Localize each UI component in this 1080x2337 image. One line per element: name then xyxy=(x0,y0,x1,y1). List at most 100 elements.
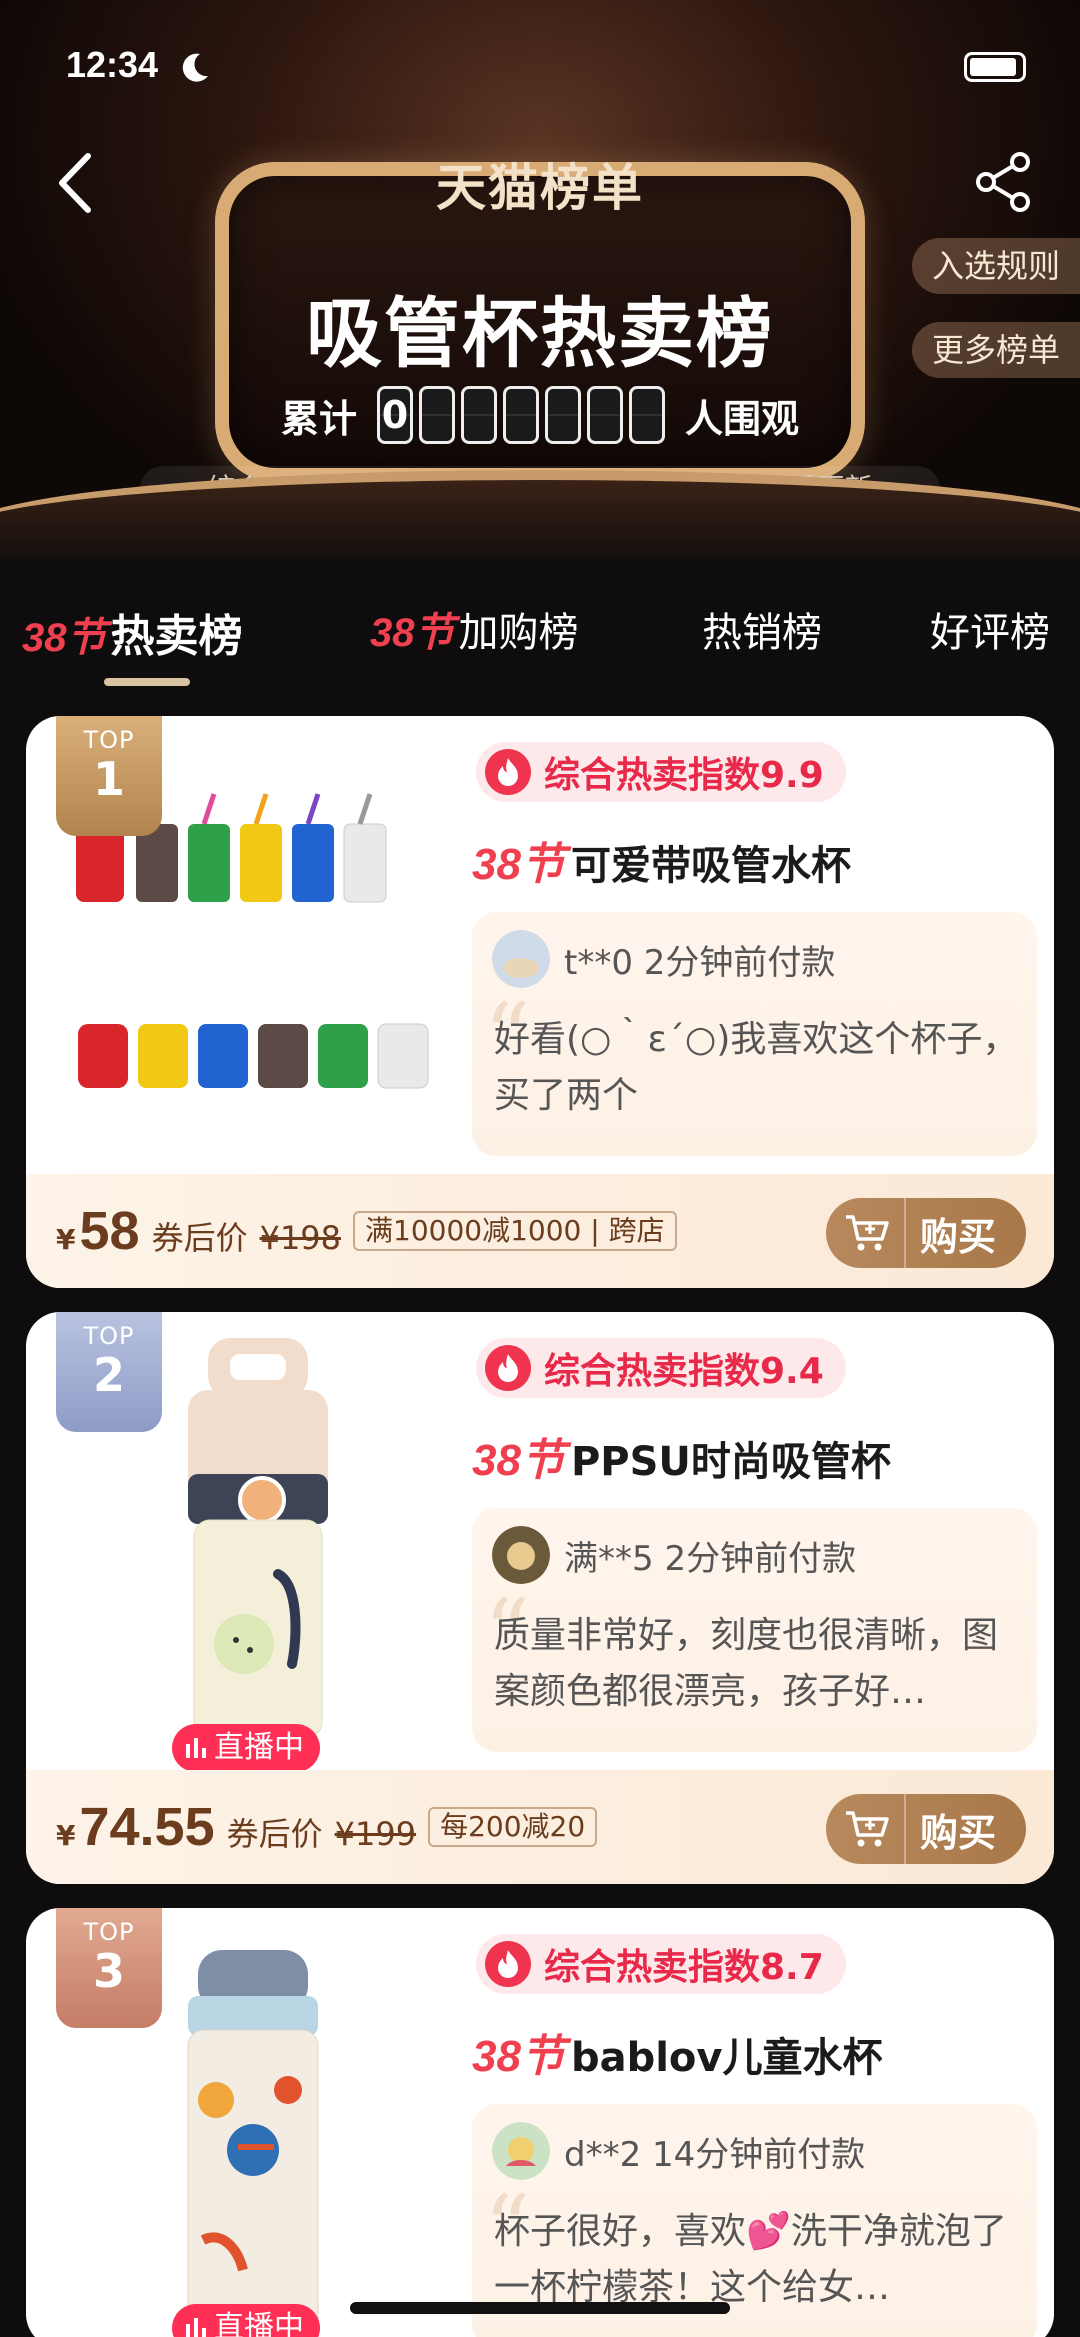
reviewer: 满**5 2分钟前付款 xyxy=(492,1526,856,1584)
brand-label: 天猫榜单 xyxy=(436,159,644,217)
viewer-counter: 累计 0 人围观 xyxy=(215,380,865,450)
review-text: 杯子很好，喜欢💕洗干净就泡了一杯柠檬茶！这个给女… xyxy=(494,2211,1007,2308)
product-card[interactable]: TOP 2 直播中 综合热卖指数9.4 38节 PPSU时尚吸管杯 满**5 2… xyxy=(26,1312,1054,1884)
product-name: bablov儿童水杯 xyxy=(570,2035,883,2081)
more-lists-button[interactable]: 更多榜单 xyxy=(912,322,1080,378)
review-text: 好看(○｀ε´○)我喜欢这个杯子，买了两个 xyxy=(494,1019,1019,1116)
product-title[interactable]: 38节 bablov儿童水杯 xyxy=(472,2020,1042,2090)
counter-digit xyxy=(503,386,539,444)
page-title: 吸管杯热卖榜 xyxy=(306,289,774,378)
rules-button[interactable]: 入选规则 xyxy=(912,238,1080,294)
buy-label: 购买 xyxy=(920,1810,997,1855)
rank-number: 2 xyxy=(92,1348,125,1402)
counter-digit xyxy=(629,386,665,444)
price-row: ¥ 58 券后价 ¥198 满10000减1000 | 跨店 xyxy=(56,1200,677,1262)
counter-digit xyxy=(419,386,455,444)
live-bars-icon xyxy=(186,1738,206,1758)
live-label: 直播中 xyxy=(214,2310,304,2337)
title-prefix: 38节 xyxy=(472,1436,565,1485)
title-prefix: 38节 xyxy=(472,840,565,889)
product-title[interactable]: 38节 可爱带吸管水杯 xyxy=(472,828,1042,898)
cart-icon xyxy=(846,1811,889,1847)
status-time: 12:34 xyxy=(66,44,159,85)
latest-review: t**0 2分钟前付款 “ 好看(○｀ε´○)我喜欢这个杯子，买了两个 xyxy=(472,912,1037,1156)
update-notice: 综合38节期间销量与销额实时计算，00:00:00后更新 xyxy=(140,466,940,512)
tab-label: 好评榜 xyxy=(930,610,1050,656)
heat-index: 综合热卖指数9.4 xyxy=(476,1338,846,1398)
flame-icon xyxy=(485,1941,531,1987)
review-text: 质量非常好，刻度也很清晰，图案颜色都很漂亮，孩子好… xyxy=(494,1615,999,1712)
reviewer-info: d**2 14分钟前付款 xyxy=(564,2134,866,2175)
flame-icon xyxy=(485,749,531,795)
price: 58 xyxy=(79,1201,140,1261)
reviewer: t**0 2分钟前付款 xyxy=(492,930,835,988)
live-badge[interactable]: 直播中 xyxy=(172,1724,320,1772)
avatar xyxy=(492,930,550,988)
counter-prefix: 累计 xyxy=(280,396,357,441)
avatar xyxy=(492,2122,550,2180)
tab-label: 加购榜 xyxy=(458,610,579,656)
after-coupon-label: 券后价 xyxy=(151,1219,248,1257)
counter-digit xyxy=(461,386,497,444)
heat-index-text: 综合热卖指数9.4 xyxy=(544,1351,824,1392)
reviewer: d**2 14分钟前付款 xyxy=(492,2122,865,2180)
ranking-header: 12:34 天猫榜单 吸管杯热卖榜 累计 0 人围观 综合38节期间销量与销额实… xyxy=(0,0,1080,560)
product-name: PPSU时尚吸管杯 xyxy=(570,1439,891,1485)
product-name: 可爱带吸管水杯 xyxy=(570,843,851,889)
buy-label: 购买 xyxy=(920,1214,997,1259)
tab-add-cart[interactable]: 38节 加购榜 xyxy=(370,600,579,680)
tab-best-selling[interactable]: 热销榜 xyxy=(702,600,822,680)
product-title[interactable]: 38节 PPSU时尚吸管杯 xyxy=(472,1424,1042,1494)
status-bar: 12:34 xyxy=(66,44,1026,92)
heat-index: 综合热卖指数8.7 xyxy=(476,1934,846,1994)
currency-symbol: ¥ xyxy=(56,1819,76,1852)
latest-review: 满**5 2分钟前付款 “ 质量非常好，刻度也很清晰，图案颜色都很漂亮，孩子好… xyxy=(472,1508,1037,1752)
tab-prefix: 38节 xyxy=(22,616,107,660)
counter-digit xyxy=(587,386,623,444)
counter-digit xyxy=(545,386,581,444)
rank-badge: TOP 2 xyxy=(56,1312,162,1432)
price-bar: ¥ 74.55 券后价 ¥199 每200减20 购买 xyxy=(26,1770,1054,1884)
price-row: ¥ 74.55 券后价 ¥199 每200减20 xyxy=(56,1796,598,1858)
title-prefix: 38节 xyxy=(472,2032,565,2081)
back-button[interactable] xyxy=(50,148,100,218)
tab-label: 热销榜 xyxy=(702,610,822,656)
product-card[interactable]: TOP 3 直播中 综合热卖指数8.7 38节 bablov儿童水杯 d**2 … xyxy=(26,1908,1054,2337)
buy-separator xyxy=(904,1794,906,1864)
moon-icon xyxy=(182,53,208,82)
counter-suffix: 人围观 xyxy=(685,396,800,441)
tab-label: 热卖榜 xyxy=(110,611,243,662)
cart-icon xyxy=(846,1215,889,1251)
rank-badge-top: TOP xyxy=(83,1322,135,1350)
battery-icon xyxy=(964,52,1026,82)
coupon-tag: 满10000减1000 | 跨店 xyxy=(353,1211,677,1251)
rank-number: 1 xyxy=(92,752,125,806)
heat-index: 综合热卖指数9.9 xyxy=(476,742,846,802)
original-price: ¥199 xyxy=(334,1815,417,1853)
live-badge[interactable]: 直播中 xyxy=(172,2304,320,2337)
price-bar: ¥ 58 券后价 ¥198 满10000减1000 | 跨店 购买 xyxy=(26,1174,1054,1288)
reviewer-info: t**0 2分钟前付款 xyxy=(564,942,836,983)
counter-digits: 0 xyxy=(377,386,665,444)
counter-digit: 0 xyxy=(377,386,413,444)
rank-number: 3 xyxy=(92,1944,125,1998)
tab-hot-sale[interactable]: 38节 热卖榜 xyxy=(22,600,243,680)
currency-symbol: ¥ xyxy=(56,1223,76,1256)
buy-button[interactable]: 购买 xyxy=(826,1198,1026,1268)
live-label: 直播中 xyxy=(214,1730,304,1765)
flame-icon xyxy=(485,1345,531,1391)
product-card[interactable]: TOP 1 综合热卖指数9.9 38节 可爱带吸管水杯 t**0 2分钟前付款 … xyxy=(26,716,1054,1288)
home-indicator[interactable] xyxy=(350,2302,730,2314)
rank-badge-top: TOP xyxy=(83,1918,135,1946)
tab-top-rated[interactable]: 好评榜 xyxy=(930,600,1050,680)
buy-button[interactable]: 购买 xyxy=(826,1794,1026,1864)
rank-badge: TOP 1 xyxy=(56,716,162,836)
share-button[interactable] xyxy=(972,150,1036,214)
tab-prefix: 38节 xyxy=(370,611,455,655)
avatar xyxy=(492,1526,550,1584)
live-bars-icon xyxy=(186,2318,206,2337)
price: 74.55 xyxy=(79,1797,215,1857)
after-coupon-label: 券后价 xyxy=(226,1815,323,1853)
reviewer-info: 满**5 2分钟前付款 xyxy=(564,1538,857,1579)
coupon-tag: 每200减20 xyxy=(428,1807,598,1847)
